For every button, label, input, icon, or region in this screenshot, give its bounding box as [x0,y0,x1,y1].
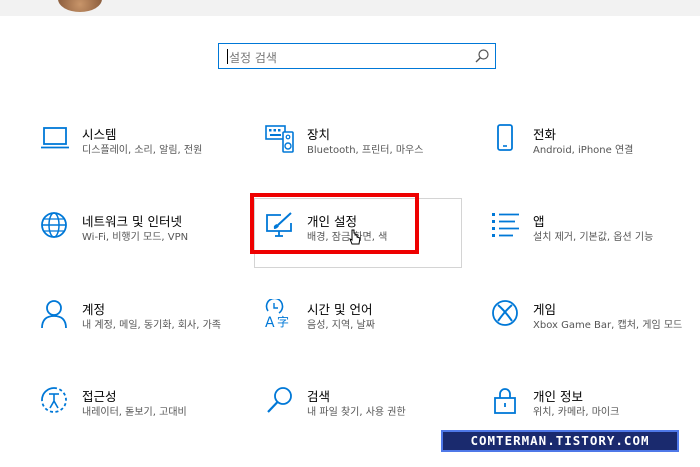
magnifier-icon [267,387,292,413]
tile-title: 네트워크 및 인터넷 [82,214,182,229]
tile-gaming[interactable]: 게임 Xbox Game Bar, 캡처, 게임 모드 [491,299,691,359]
top-bar [0,0,700,16]
tile-description: 내 계정, 메일, 동기화, 회사, 가족 [82,320,222,331]
search-icon[interactable] [474,48,490,64]
tile-description: 내레이터, 돋보기, 고대비 [82,407,187,418]
tile-description: 위치, 카메라, 마이크 [533,407,620,418]
tile-title: 계정 [82,302,106,317]
tile-ease-of-access[interactable]: 접근성 내레이터, 돋보기, 고대비 [40,386,240,446]
user-avatar [58,0,102,12]
xbox-icon [492,300,518,326]
search-placeholder: 설정 검색 [229,51,277,65]
tile-search[interactable]: 검색 내 파일 찾기, 사용 권한 [265,386,465,446]
globe-icon [41,212,67,238]
tile-title: 장치 [307,127,331,142]
tile-time-language[interactable]: A 字 시간 및 언어 음성, 지역, 날짜 [265,299,465,359]
tile-description: 디스플레이, 소리, 알림, 전원 [82,145,203,156]
watermark-banner: COMTERMAN.TISTORY.COM [441,430,679,452]
tile-description: Bluetooth, 프린터, 마우스 [307,145,424,156]
tile-title: 앱 [533,214,545,229]
tile-description: Xbox Game Bar, 캡처, 게임 모드 [533,320,683,331]
tile-description: 내 파일 찾기, 사용 권한 [307,407,406,418]
laptop-icon [41,127,69,149]
highlight-annotation-box [250,193,419,254]
ease-of-access-icon [41,387,67,413]
tile-description: Wi-Fi, 비행기 모드, VPN [82,232,189,243]
keyboard-speaker-icon [265,125,294,153]
tile-title: 접근성 [82,389,117,404]
tile-title: 검색 [307,389,331,404]
lock-icon [494,388,516,414]
apps-list-icon [492,213,519,237]
time-language-icon: A 字 [265,299,289,329]
tile-title: 게임 [533,302,557,317]
tile-phone[interactable]: 전화 Android, iPhone 연결 [491,124,691,184]
tile-description: 음성, 지역, 날짜 [307,320,375,331]
tile-title: 시간 및 언어 [307,302,373,317]
text-caret [227,49,228,64]
mouse-pointer-icon [349,229,361,245]
tile-devices[interactable]: 장치 Bluetooth, 프린터, 마우스 [265,124,465,184]
tile-accounts[interactable]: 계정 내 계정, 메일, 동기화, 회사, 가족 [40,299,240,359]
tile-description: Android, iPhone 연결 [533,145,634,156]
settings-search-box[interactable]: 설정 검색 [218,43,496,69]
phone-icon [497,124,513,151]
tile-title: 전화 [533,127,557,142]
svg-text:A: A [265,315,275,329]
svg-text:字: 字 [277,314,289,329]
tile-description: 설치 제거, 기본값, 옵션 기능 [533,232,654,243]
tile-system[interactable]: 시스템 디스플레이, 소리, 알림, 전원 [40,124,240,184]
tile-title: 개인 정보 [533,389,583,404]
tile-title: 시스템 [82,127,117,142]
tile-network[interactable]: 네트워크 및 인터넷 Wi-Fi, 비행기 모드, VPN [40,211,240,271]
person-icon [41,300,67,329]
tile-apps[interactable]: 앱 설치 제거, 기본값, 옵션 기능 [491,211,691,271]
